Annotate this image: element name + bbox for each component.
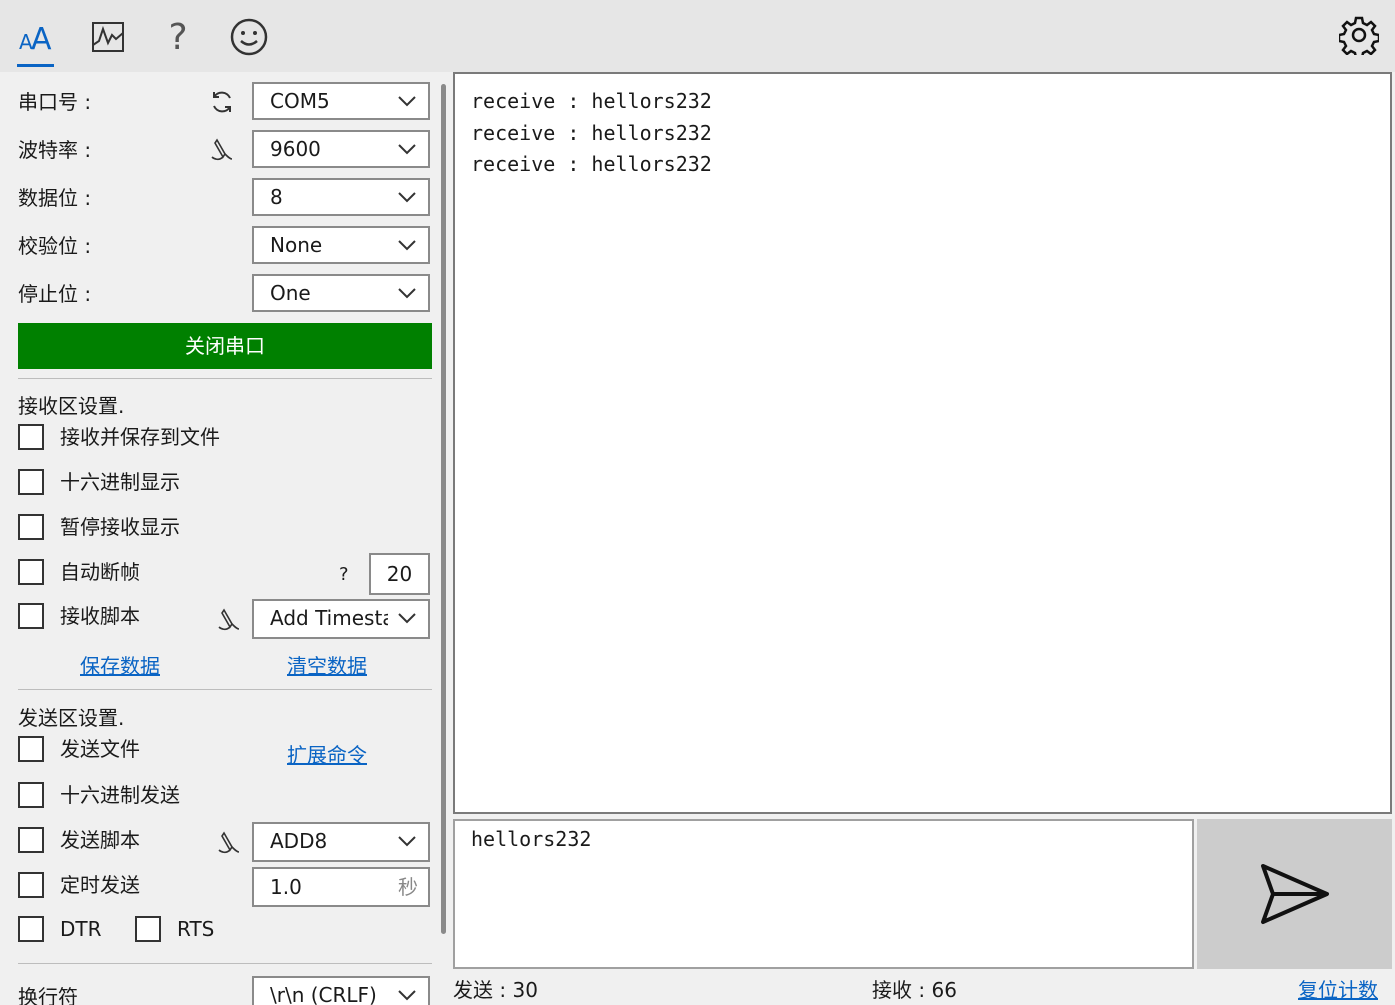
send-script-value: ADD8 xyxy=(270,829,328,853)
clear-data-link[interactable]: 清空数据 xyxy=(287,650,367,679)
send-script-select[interactable]: ADD8 xyxy=(252,822,430,862)
baud-value: 9600 xyxy=(270,137,321,161)
timed-send-interval-input[interactable]: 1.0 秒 xyxy=(252,867,430,907)
databits-label: 数据位 : xyxy=(18,186,92,210)
help-icon[interactable]: ? xyxy=(155,14,201,60)
timed-send-label: 定时发送 xyxy=(60,873,140,897)
received-label: 接收 : xyxy=(872,978,926,1002)
settings-panel: 串口号 : COM5 波特率 : 9600 数据位 : 8 校验位 : None… xyxy=(0,72,450,1005)
hex-display-label: 十六进制显示 xyxy=(60,470,180,494)
send-icon xyxy=(1260,864,1329,924)
send-file-checkbox[interactable] xyxy=(18,736,44,762)
rts-checkbox[interactable] xyxy=(135,916,161,942)
send-script-label: 发送脚本 xyxy=(60,828,140,852)
edit-script-icon[interactable] xyxy=(214,828,244,858)
parity-value: None xyxy=(270,233,323,257)
receive-textarea[interactable]: receive : hellors232 receive : hellors23… xyxy=(453,72,1392,814)
parity-select[interactable]: None xyxy=(252,226,430,264)
svg-text:A: A xyxy=(31,22,52,57)
save-data-link[interactable]: 保存数据 xyxy=(80,650,160,679)
hex-send-label: 十六进制发送 xyxy=(60,783,180,807)
chevron-down-icon xyxy=(398,240,416,251)
send-input[interactable]: hellors232 xyxy=(453,819,1194,969)
port-label: 串口号 : xyxy=(18,90,92,114)
send-button[interactable] xyxy=(1197,819,1392,969)
receive-script-select[interactable]: Add Timesta xyxy=(252,599,430,639)
active-tab-indicator xyxy=(17,64,54,67)
rts-label: RTS xyxy=(177,917,215,941)
font-icon[interactable]: AA xyxy=(13,14,59,60)
received-value: 66 xyxy=(931,978,957,1002)
chevron-down-icon xyxy=(398,288,416,299)
divider xyxy=(18,689,432,690)
dtr-checkbox[interactable] xyxy=(18,916,44,942)
receive-line: receive : hellors232 xyxy=(471,152,712,176)
refresh-icon[interactable] xyxy=(207,87,237,117)
chevron-down-icon xyxy=(398,990,416,1001)
receive-script-checkbox[interactable] xyxy=(18,603,44,629)
port-value: COM5 xyxy=(270,89,330,113)
databits-select[interactable]: 8 xyxy=(252,178,430,216)
sent-count: 发送 : 30 xyxy=(453,974,538,1003)
chart-icon[interactable] xyxy=(85,14,131,60)
timed-send-checkbox[interactable] xyxy=(18,872,44,898)
sent-value: 30 xyxy=(512,978,538,1002)
auto-frame-input[interactable]: 20 xyxy=(369,553,430,595)
divider xyxy=(18,963,432,964)
divider xyxy=(18,378,432,379)
databits-value: 8 xyxy=(270,185,283,209)
baud-select[interactable]: 9600 xyxy=(252,130,430,168)
stopbits-label: 停止位 : xyxy=(18,282,92,306)
receive-line: receive : hellors232 xyxy=(471,120,712,145)
save-to-file-label: 接收并保存到文件 xyxy=(60,425,220,449)
receive-script-label: 接收脚本 xyxy=(60,604,140,628)
chevron-down-icon xyxy=(398,613,416,624)
newline-label: 换行符 xyxy=(18,985,78,1005)
chevron-down-icon xyxy=(398,192,416,203)
gear-icon[interactable] xyxy=(1336,12,1382,58)
auto-frame-label: 自动断帧 xyxy=(60,560,140,584)
baud-label: 波特率 : xyxy=(18,138,92,162)
chevron-down-icon xyxy=(398,836,416,847)
stopbits-select[interactable]: One xyxy=(252,274,430,312)
sent-label: 发送 : xyxy=(453,978,507,1002)
newline-value: \r\n (CRLF) xyxy=(270,983,377,1005)
port-select[interactable]: COM5 xyxy=(252,82,430,120)
extended-commands-link[interactable]: 扩展命令 xyxy=(287,739,367,768)
timed-send-value: 1.0 xyxy=(270,875,302,899)
hex-send-checkbox[interactable] xyxy=(18,782,44,808)
newline-select[interactable]: \r\n (CRLF) xyxy=(252,976,430,1005)
edit-script-icon[interactable] xyxy=(207,135,237,165)
close-port-button[interactable]: 关闭串口 xyxy=(18,323,432,369)
send-settings-title: 发送区设置. xyxy=(18,706,125,730)
dtr-label: DTR xyxy=(60,917,102,941)
auto-frame-help[interactable]: ? xyxy=(339,562,349,588)
toolbar: AA ? xyxy=(0,0,1395,72)
hex-display-checkbox[interactable] xyxy=(18,469,44,495)
received-count: 接收 : 66 xyxy=(872,974,957,1003)
timed-send-unit: 秒 xyxy=(398,875,418,899)
reset-counter-link[interactable]: 复位计数 xyxy=(1298,974,1378,1003)
chevron-down-icon xyxy=(398,96,416,107)
stopbits-value: One xyxy=(270,281,311,305)
pause-display-label: 暂停接收显示 xyxy=(60,515,180,539)
receive-settings-title: 接收区设置. xyxy=(18,394,125,418)
receive-line: receive : hellors232 xyxy=(471,89,712,113)
auto-frame-checkbox[interactable] xyxy=(18,559,44,585)
edit-script-icon[interactable] xyxy=(214,605,244,635)
chevron-down-icon xyxy=(398,144,416,155)
parity-label: 校验位 : xyxy=(18,234,92,258)
receive-script-value: Add Timesta xyxy=(270,606,388,630)
send-file-label: 发送文件 xyxy=(60,737,140,761)
save-to-file-checkbox[interactable] xyxy=(18,424,44,450)
send-script-checkbox[interactable] xyxy=(18,827,44,853)
settings-scrollbar[interactable] xyxy=(441,84,446,934)
pause-display-checkbox[interactable] xyxy=(18,514,44,540)
emoji-icon[interactable] xyxy=(226,14,272,60)
